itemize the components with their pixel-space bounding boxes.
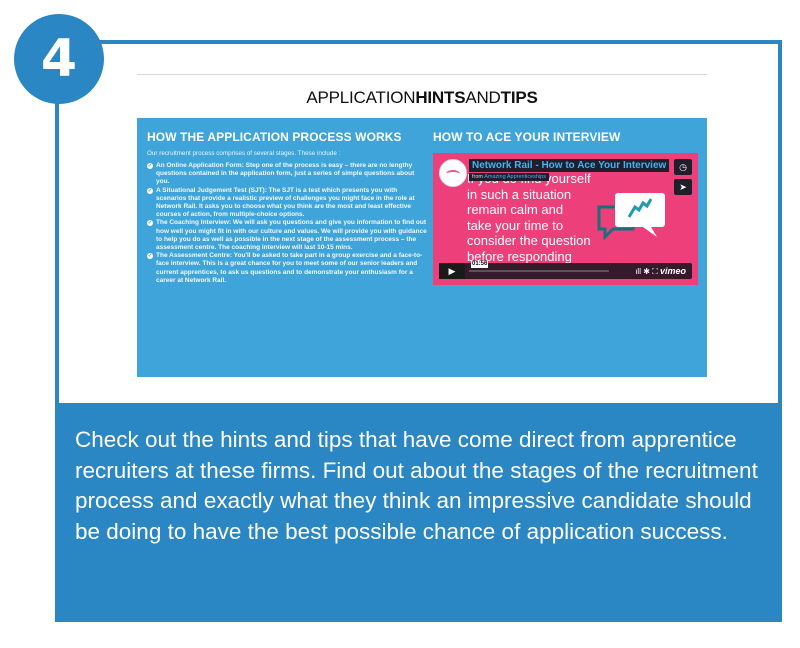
section-title: HOW THE APPLICATION PROCESS WORKS xyxy=(147,130,402,144)
speech-bubble-icon xyxy=(597,193,665,241)
caption-text: Check out the hints and tips that have c… xyxy=(75,427,758,544)
player-icons: ıll ✱ ⛶ vimeo xyxy=(635,263,686,280)
share-button[interactable]: ➤ xyxy=(674,179,692,195)
clock-icon: ◷ xyxy=(679,162,687,172)
title-part-and: AND xyxy=(465,88,501,107)
video-slide-text: If you do find yourself in such a situat… xyxy=(467,171,607,264)
caption-banner: Check out the hints and tips that have c… xyxy=(55,403,782,622)
section-title: HOW TO ACE YOUR INTERVIEW xyxy=(433,130,621,144)
check-icon: ✓ xyxy=(147,253,153,260)
list-item: ✓ The Coaching Interview: We will ask you… xyxy=(147,219,427,252)
slide-line: take your time to xyxy=(467,217,564,233)
check-icon: ✓ xyxy=(147,163,153,169)
progress-bar[interactable]: 01:56 xyxy=(469,261,609,272)
page-title: APPLICATIONHINTSANDTIPS xyxy=(137,88,707,108)
video-title-link[interactable]: Network Rail - How to Ace Your Interview xyxy=(469,159,670,172)
vimeo-logo[interactable]: vimeo xyxy=(660,266,686,276)
paper-plane-icon: ➤ xyxy=(679,182,687,192)
list-item: ✓ A Situational Judgement Test (SJT): The… xyxy=(147,187,427,220)
divider xyxy=(137,74,707,75)
application-process-section: HOW THE APPLICATION PROCESS WORKS Our re… xyxy=(147,130,427,285)
slide-line: remain calm and xyxy=(467,202,564,217)
channel-avatar[interactable] xyxy=(439,159,467,187)
volume-icon[interactable]: ıll xyxy=(635,267,641,276)
list-item: ✓ An Online Application Form: Step one of… xyxy=(147,162,427,187)
slide-line: in such a situation xyxy=(467,186,572,202)
title-part-application: APPLICATION xyxy=(306,88,416,107)
list-item: ✓ The Assessment Centre: You'll be asked … xyxy=(147,252,427,285)
interview-section: HOW TO ACE YOUR INTERVIEW xyxy=(433,130,698,150)
slide-line: consider the question xyxy=(467,233,591,248)
step-number-badge: 4 xyxy=(14,14,104,104)
fullscreen-icon[interactable]: ⛶ xyxy=(652,267,658,276)
video-controls: ▶ 01:56 ıll ✱ ⛶ vimeo xyxy=(439,261,692,280)
check-icon: ✓ xyxy=(147,220,153,227)
from-label: from xyxy=(472,174,483,180)
check-icon: ✓ xyxy=(147,187,153,194)
video-channel[interactable]: from Amazing Apprenticeships xyxy=(469,173,549,181)
title-part-hints: HINTS xyxy=(415,88,466,107)
screenshot-panel: HOW THE APPLICATION PROCESS WORKS Our re… xyxy=(137,118,707,377)
step-text: An Online Application Form: Step one of … xyxy=(156,162,415,186)
timestamp: 01:56 xyxy=(471,261,489,268)
step-text: The Coaching Interview: We will ask you … xyxy=(156,219,427,252)
play-icon: ▶ xyxy=(448,266,456,276)
steps-list: ✓ An Online Application Form: Step one of… xyxy=(147,162,427,285)
step-text: A Situational Judgement Test (SJT): The … xyxy=(156,186,415,219)
step-text: The Assessment Centre: You'll be asked t… xyxy=(156,252,423,284)
play-button[interactable]: ▶ xyxy=(439,263,465,279)
watch-later-button[interactable]: ◷ xyxy=(674,159,692,175)
video-player[interactable]: If you do find yourself in such a situat… xyxy=(433,153,698,285)
title-part-tips: TIPS xyxy=(500,88,538,107)
settings-icon[interactable]: ✱ xyxy=(643,267,650,276)
channel-name: Amazing Apprenticeships xyxy=(484,174,546,180)
section-intro: Our recruitment process comprises of sev… xyxy=(147,150,341,157)
